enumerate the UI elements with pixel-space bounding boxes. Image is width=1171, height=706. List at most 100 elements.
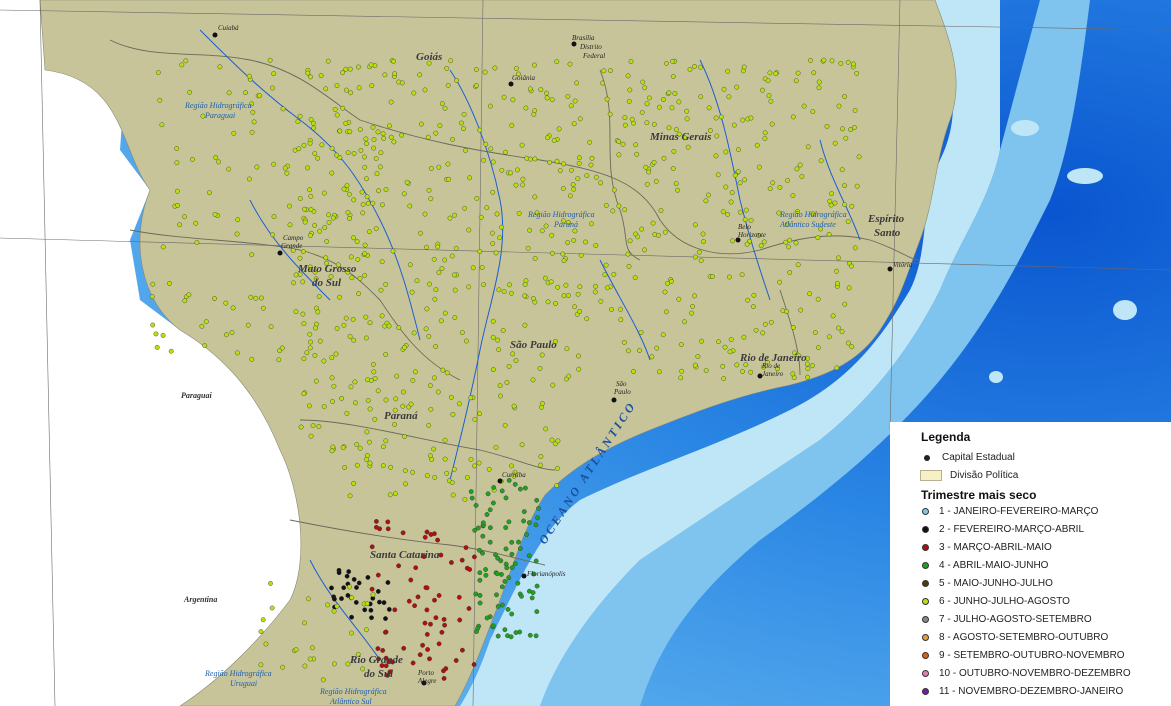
station-marker[interactable] bbox=[363, 627, 369, 633]
station-marker[interactable] bbox=[287, 222, 293, 228]
station-marker[interactable] bbox=[577, 116, 583, 122]
station-marker[interactable] bbox=[363, 335, 369, 341]
station-marker[interactable] bbox=[456, 594, 462, 600]
station-marker[interactable] bbox=[160, 332, 166, 338]
station-marker[interactable] bbox=[280, 664, 285, 670]
station-marker[interactable] bbox=[400, 530, 406, 536]
station-marker[interactable] bbox=[832, 140, 838, 146]
station-marker[interactable] bbox=[446, 176, 452, 182]
station-marker[interactable] bbox=[334, 603, 340, 609]
station-marker[interactable] bbox=[507, 282, 512, 288]
station-marker[interactable] bbox=[329, 145, 335, 151]
station-marker[interactable] bbox=[508, 290, 514, 296]
station-marker[interactable] bbox=[444, 66, 450, 71]
station-marker[interactable] bbox=[767, 70, 773, 76]
station-marker[interactable] bbox=[543, 275, 548, 281]
station-marker[interactable] bbox=[499, 584, 505, 590]
station-marker[interactable] bbox=[373, 226, 379, 232]
station-marker[interactable] bbox=[713, 153, 719, 159]
station-marker[interactable] bbox=[459, 330, 465, 335]
station-marker[interactable] bbox=[722, 344, 728, 350]
station-marker[interactable] bbox=[280, 106, 286, 112]
station-marker[interactable] bbox=[375, 646, 381, 651]
station-marker[interactable] bbox=[477, 577, 483, 583]
station-marker[interactable] bbox=[202, 343, 208, 348]
station-marker[interactable] bbox=[435, 537, 440, 543]
station-marker[interactable] bbox=[834, 365, 840, 371]
station-marker[interactable] bbox=[356, 291, 361, 296]
station-marker[interactable] bbox=[547, 159, 552, 165]
station-marker[interactable] bbox=[257, 93, 263, 99]
station-marker[interactable] bbox=[388, 99, 394, 105]
station-marker[interactable] bbox=[768, 98, 774, 104]
station-marker[interactable] bbox=[509, 611, 515, 617]
station-marker[interactable] bbox=[477, 411, 482, 416]
station-marker[interactable] bbox=[534, 497, 540, 503]
station-marker[interactable] bbox=[279, 345, 285, 351]
station-marker[interactable] bbox=[687, 67, 693, 72]
station-marker[interactable] bbox=[620, 141, 626, 147]
station-marker[interactable] bbox=[316, 294, 322, 299]
station-marker[interactable] bbox=[351, 577, 357, 582]
station-marker[interactable] bbox=[760, 330, 766, 336]
station-marker[interactable] bbox=[381, 600, 387, 605]
station-marker[interactable] bbox=[414, 278, 420, 284]
station-marker[interactable] bbox=[554, 483, 560, 488]
station-marker[interactable] bbox=[506, 575, 512, 581]
station-marker[interactable] bbox=[424, 473, 430, 479]
station-marker[interactable] bbox=[402, 344, 407, 350]
station-marker[interactable] bbox=[449, 253, 455, 259]
station-marker[interactable] bbox=[323, 86, 329, 92]
station-marker[interactable] bbox=[307, 140, 313, 146]
station-marker[interactable] bbox=[477, 570, 483, 576]
station-marker[interactable] bbox=[497, 235, 503, 241]
station-marker[interactable] bbox=[392, 491, 398, 497]
station-marker[interactable] bbox=[843, 135, 849, 141]
station-marker[interactable] bbox=[471, 554, 477, 560]
station-marker[interactable] bbox=[426, 333, 432, 339]
station-marker[interactable] bbox=[490, 367, 496, 372]
station-marker[interactable] bbox=[480, 520, 486, 526]
station-marker[interactable] bbox=[566, 373, 572, 379]
station-marker[interactable] bbox=[495, 337, 500, 343]
station-marker[interactable] bbox=[249, 252, 255, 258]
station-marker[interactable] bbox=[466, 284, 472, 290]
station-marker[interactable] bbox=[777, 279, 782, 285]
station-marker[interactable] bbox=[498, 572, 504, 577]
station-marker[interactable] bbox=[433, 287, 439, 292]
station-marker[interactable] bbox=[363, 314, 369, 320]
station-marker[interactable] bbox=[487, 103, 493, 109]
station-marker[interactable] bbox=[849, 203, 855, 209]
station-marker[interactable] bbox=[675, 187, 680, 193]
station-marker[interactable] bbox=[527, 520, 532, 525]
station-marker[interactable] bbox=[835, 281, 840, 286]
station-marker[interactable] bbox=[307, 345, 313, 351]
station-marker[interactable] bbox=[476, 460, 482, 466]
station-marker[interactable] bbox=[268, 581, 273, 586]
station-marker[interactable] bbox=[808, 58, 813, 63]
station-marker[interactable] bbox=[608, 68, 613, 74]
station-marker[interactable] bbox=[440, 367, 446, 373]
station-marker[interactable] bbox=[509, 123, 515, 128]
station-marker[interactable] bbox=[690, 303, 695, 309]
station-marker[interactable] bbox=[793, 240, 799, 246]
station-marker[interactable] bbox=[167, 280, 172, 286]
station-marker[interactable] bbox=[531, 295, 536, 301]
station-marker[interactable] bbox=[550, 250, 555, 256]
station-marker[interactable] bbox=[848, 127, 853, 132]
station-marker[interactable] bbox=[570, 182, 576, 187]
station-marker[interactable] bbox=[484, 615, 490, 621]
station-marker[interactable] bbox=[428, 532, 434, 537]
station-marker[interactable] bbox=[417, 72, 423, 78]
station-marker[interactable] bbox=[657, 104, 662, 110]
station-marker[interactable] bbox=[790, 324, 796, 330]
station-marker[interactable] bbox=[380, 463, 386, 468]
station-marker[interactable] bbox=[528, 86, 533, 92]
station-marker[interactable] bbox=[346, 584, 352, 590]
station-marker[interactable] bbox=[347, 334, 353, 339]
station-marker[interactable] bbox=[462, 205, 467, 211]
station-marker[interactable] bbox=[267, 57, 273, 63]
station-marker[interactable] bbox=[574, 80, 579, 86]
station-marker[interactable] bbox=[426, 187, 432, 193]
station-marker[interactable] bbox=[450, 136, 455, 142]
